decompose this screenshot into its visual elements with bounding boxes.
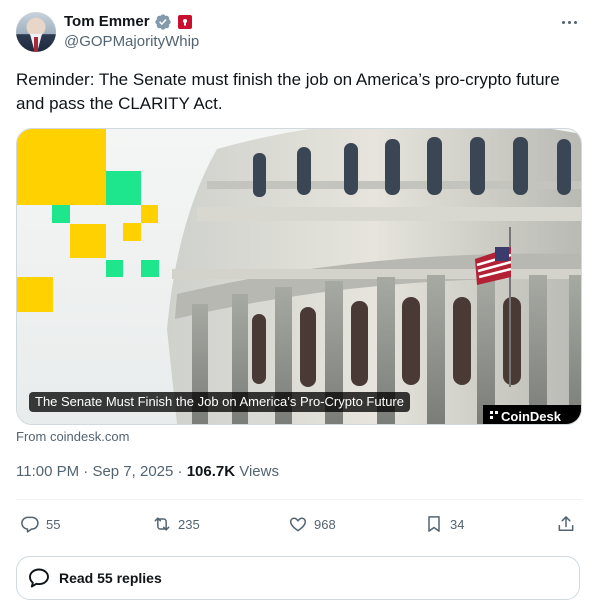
read-replies-label: Read 55 replies	[59, 570, 162, 586]
card-image: CoinDesk	[17, 129, 581, 424]
avatar-tie	[34, 37, 38, 52]
repost-count: 235	[178, 516, 200, 532]
share-button[interactable]	[556, 510, 576, 538]
tweet-time[interactable]: 11:00 PM	[16, 463, 79, 480]
divider	[16, 499, 582, 500]
coindesk-logo: CoinDesk	[483, 405, 581, 424]
link-card[interactable]: CoinDesk The Senate Must Finish the Job …	[16, 128, 582, 425]
meta-separator: ·	[177, 463, 183, 480]
reply-icon	[21, 516, 39, 533]
tweet-meta: 11:00 PM · Sep 7, 2025 · 106.7K Views	[16, 462, 279, 482]
share-icon	[558, 516, 574, 531]
action-bar: 55 235 968 34	[16, 510, 582, 538]
bookmark-button[interactable]: 34	[424, 510, 464, 538]
author-row: Tom Emmer	[64, 12, 192, 32]
verified-badge-icon[interactable]	[154, 13, 172, 31]
repost-button[interactable]: 235	[152, 510, 200, 538]
read-replies-button[interactable]: Read 55 replies	[16, 556, 580, 600]
meta-separator: ·	[83, 463, 89, 480]
affiliation-badge-icon[interactable]	[177, 15, 192, 29]
author-name[interactable]: Tom Emmer	[64, 12, 150, 32]
card-caption: The Senate Must Finish the Job on Americ…	[29, 392, 410, 412]
capitol-dome	[167, 129, 581, 424]
views-count: 106.7K	[186, 463, 236, 480]
reply-button[interactable]: 55	[20, 510, 60, 538]
heart-icon	[289, 517, 307, 532]
repost-icon	[154, 517, 170, 531]
like-button[interactable]: 968	[288, 510, 336, 538]
coindesk-logo-text: CoinDesk	[501, 409, 562, 424]
like-count: 968	[314, 516, 336, 532]
views-label: Views	[239, 463, 279, 480]
bookmark-icon	[428, 516, 440, 532]
author-handle[interactable]: @GOPMajorityWhip	[64, 32, 199, 52]
speech-bubble-icon	[29, 568, 49, 588]
more-dots-icon[interactable]	[558, 12, 580, 32]
card-source[interactable]: From coindesk.com	[16, 429, 129, 445]
tweet-date[interactable]: Sep 7, 2025	[92, 463, 173, 480]
tweet-text: Reminder: The Senate must finish the job…	[16, 70, 560, 113]
bookmark-count: 34	[450, 516, 465, 532]
reply-count: 55	[46, 516, 61, 532]
avatar[interactable]	[16, 12, 56, 52]
